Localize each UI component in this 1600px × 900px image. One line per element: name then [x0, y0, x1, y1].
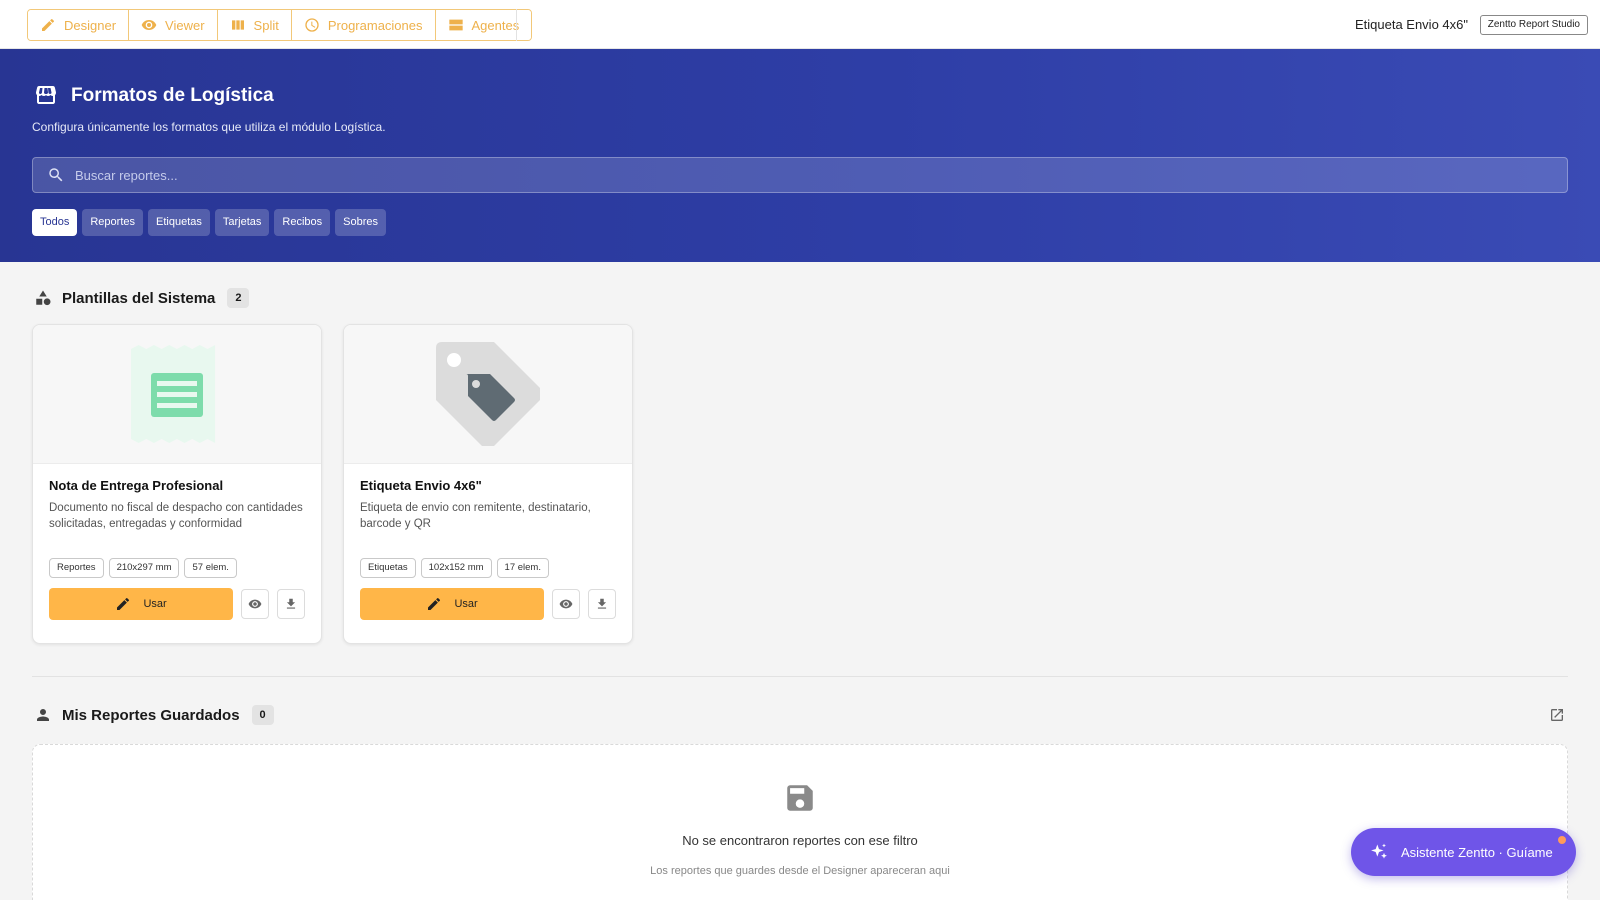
agentes-mode-label: Agentes — [471, 17, 520, 33]
agents-icon — [448, 19, 463, 31]
toolbar-divider — [516, 9, 517, 41]
search-input[interactable] — [75, 167, 1535, 183]
card-title: Etiqueta Envio 4x6" — [360, 478, 482, 493]
template-card: Etiqueta Envio 4x6" Etiqueta de envio co… — [343, 324, 633, 644]
viewer-mode-label: Viewer — [165, 17, 205, 33]
empty-state-panel: No se encontraron reportes con ese filtr… — [32, 744, 1568, 900]
store-icon — [34, 83, 58, 107]
card-description: Documento no fiscal de despacho con cant… — [49, 502, 303, 530]
open-in-new-icon — [1551, 709, 1563, 721]
shapes-icon — [36, 290, 51, 306]
section-divider — [32, 676, 1568, 677]
open-external-button[interactable] — [1549, 707, 1565, 723]
eye-icon — [248, 599, 262, 609]
card-preview — [33, 325, 321, 464]
filter-chip-sobres[interactable]: Sobres — [335, 209, 387, 236]
download-button[interactable] — [277, 589, 305, 619]
card-tags: Etiquetas 102x152 mm 17 elem. — [360, 558, 616, 578]
split-mode-button[interactable]: Split — [217, 10, 292, 40]
card-actions: Usar — [360, 588, 616, 620]
designer-mode-button[interactable]: Designer — [28, 10, 130, 40]
preview-button[interactable] — [241, 589, 270, 619]
studio-badge: Zentto Report Studio — [1479, 15, 1588, 35]
notification-dot — [1558, 836, 1566, 844]
page-title: Formatos de Logística — [71, 85, 274, 106]
card-description: Etiqueta de envio con remitente, destina… — [360, 502, 591, 530]
person-icon — [37, 709, 49, 721]
template-card: Nota de Entrega Profesional Documento no… — [32, 324, 322, 644]
viewer-mode-button[interactable]: Viewer — [129, 10, 218, 40]
empty-state-subtitle: Los reportes que guardes desde el Design… — [650, 865, 950, 877]
search-icon — [49, 168, 63, 182]
download-button[interactable] — [588, 589, 616, 619]
assistant-label: Asistente Zentto · Guíame — [1401, 844, 1553, 860]
tag-elements: 57 elem. — [184, 558, 237, 578]
preview-button[interactable] — [552, 589, 581, 619]
use-button-label: Usar — [454, 598, 478, 610]
tag-elements: 17 elem. — [496, 558, 549, 578]
programaciones-mode-button[interactable]: Programaciones — [291, 10, 436, 40]
empty-state-title: No se encontraron reportes con ese filtr… — [682, 833, 918, 848]
card-tags: Reportes 210x297 mm 57 elem. — [49, 558, 305, 578]
receipt-icon — [131, 345, 216, 443]
filter-chip-recibos[interactable]: Recibos — [274, 209, 331, 236]
page-subtitle: Configura únicamente los formatos que ut… — [32, 120, 386, 134]
filter-chip-etiquetas[interactable]: Etiquetas — [148, 209, 210, 236]
save-icon — [783, 781, 817, 815]
filter-chip-tarjetas[interactable]: Tarjetas — [214, 209, 270, 236]
filter-chip-todos[interactable]: Todos — [32, 209, 78, 236]
card-preview — [344, 325, 632, 464]
eye-icon — [559, 599, 573, 609]
eye-icon — [141, 20, 157, 30]
system-templates-count: 2 — [227, 288, 250, 308]
download-icon — [597, 598, 607, 609]
saved-reports-header: Mis Reportes Guardados 0 — [34, 705, 274, 725]
filter-chip-reportes[interactable]: Reportes — [82, 209, 143, 236]
designer-mode-label: Designer — [64, 17, 117, 33]
saved-reports-title: Mis Reportes Guardados — [62, 706, 240, 724]
top-toolbar: Designer Viewer Split Programaciones Age… — [0, 0, 1600, 49]
sparkles-icon — [1371, 843, 1387, 859]
filter-chips: Todos Reportes Etiquetas Tarjetas Recibo… — [32, 209, 387, 236]
saved-reports-count: 0 — [251, 705, 274, 725]
tag-size: 102x152 mm — [420, 558, 492, 578]
card-title: Nota de Entrega Profesional — [49, 478, 224, 493]
use-button-label: Usar — [143, 598, 167, 610]
pencil-icon — [428, 597, 441, 610]
hero-banner: Formatos de Logística Configura únicamen… — [0, 49, 1600, 262]
card-body: Nota de Entrega Profesional Documento no… — [33, 464, 321, 632]
pencil-icon — [42, 18, 55, 31]
system-templates-title: Plantillas del Sistema — [62, 289, 216, 307]
download-icon — [286, 598, 296, 609]
tag-icon — [436, 342, 540, 446]
split-mode-label: Split — [253, 17, 279, 33]
tag-size: 210x297 mm — [108, 558, 180, 578]
card-body: Etiqueta Envio 4x6" Etiqueta de envio co… — [344, 464, 632, 632]
use-template-button[interactable]: Usar — [360, 588, 545, 620]
pencil-icon — [117, 597, 130, 610]
assistant-button[interactable]: Asistente Zentto · Guíame — [1351, 828, 1576, 876]
columns-icon — [231, 20, 244, 30]
card-actions: Usar — [49, 588, 305, 620]
mode-switcher: Designer Viewer Split Programaciones Age… — [27, 9, 533, 41]
use-template-button[interactable]: Usar — [49, 588, 234, 620]
system-templates-header: Plantillas del Sistema 2 — [34, 288, 250, 308]
document-title: Etiqueta Envio 4x6" — [1354, 17, 1468, 32]
clock-icon — [305, 18, 319, 32]
programaciones-mode-label: Programaciones — [327, 17, 423, 33]
tag-category: Etiquetas — [360, 558, 416, 578]
tag-category: Reportes — [49, 558, 104, 578]
search-box — [32, 157, 1568, 193]
